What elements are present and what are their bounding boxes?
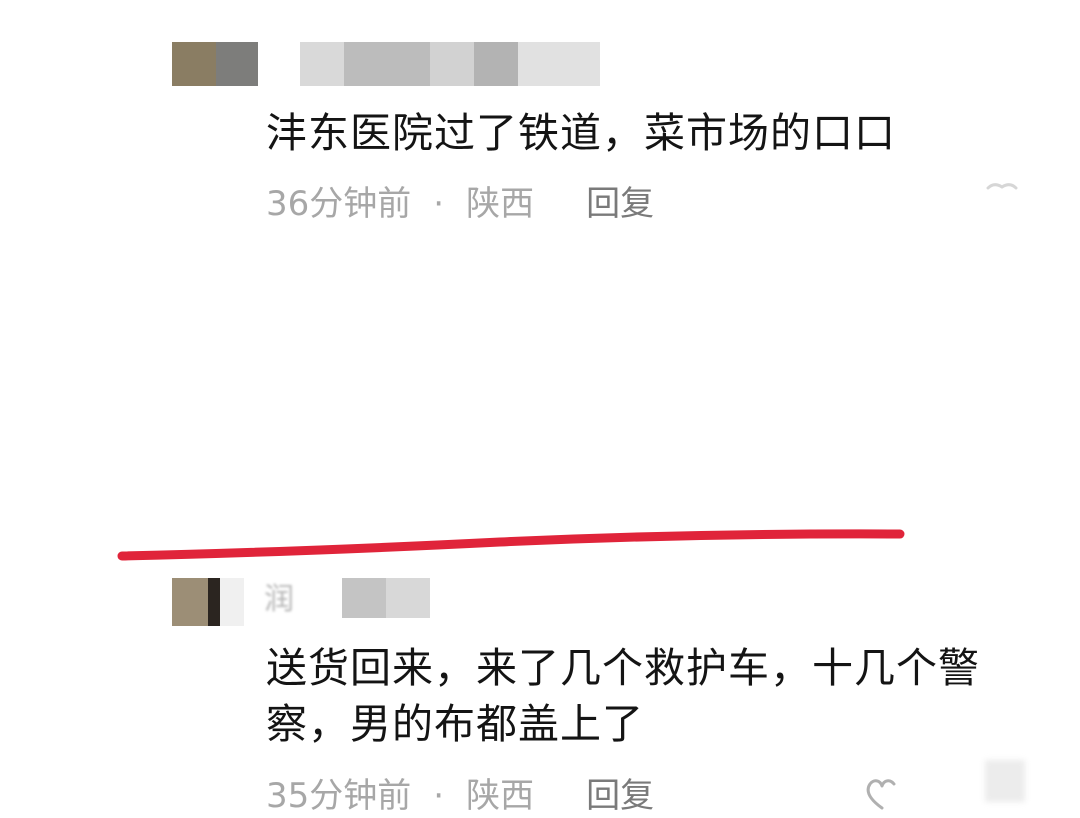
avatar-blur-segment <box>172 578 208 626</box>
blur-block <box>300 42 344 86</box>
avatar-blur-segment <box>208 578 220 626</box>
meta-separator: · <box>433 184 445 224</box>
like-icon[interactable] <box>980 172 1024 216</box>
blur-block <box>342 578 386 618</box>
comment-time: 35分钟前 <box>266 776 412 816</box>
blur-block <box>474 42 518 86</box>
comment-item: 沣东医院过了铁道，菜市场的口口 36分钟前 · 陕西 回复 <box>0 0 1080 260</box>
username-initial[interactable]: 润 <box>264 580 294 620</box>
meta-separator: · <box>433 776 445 816</box>
reply-button[interactable]: 回复 <box>586 184 654 224</box>
comment-time: 36分钟前 <box>266 184 412 224</box>
avatar[interactable] <box>172 42 258 86</box>
heart-icon[interactable] <box>860 772 904 816</box>
comment-meta: 35分钟前 · 陕西 回复 <box>266 774 654 818</box>
username-blurred[interactable] <box>342 578 430 618</box>
comment-text: 送货回来，来了几个救护车，十几个警察，男的布都盖上了 <box>266 644 980 748</box>
blur-block <box>386 578 430 618</box>
comment-text: 沣东医院过了铁道，菜市场的口口 <box>266 109 896 157</box>
blur-block <box>430 42 474 86</box>
username-blurred[interactable] <box>300 42 600 86</box>
comment-location: 陕西 <box>466 184 535 224</box>
comment-item: 润 送货回来，来了几个救护车，十几个警察，男的布都盖上了 35分钟前 · 陕西 回复 <box>0 280 1080 816</box>
blur-block <box>344 42 430 86</box>
avatar-blur-segment <box>216 42 258 86</box>
avatar[interactable] <box>172 578 244 626</box>
reply-button[interactable]: 回复 <box>586 776 654 816</box>
comment-location: 陕西 <box>466 776 535 816</box>
avatar-blur-segment <box>220 578 244 626</box>
avatar-blur-segment <box>172 42 216 86</box>
comment-meta: 36分钟前 · 陕西 回复 <box>266 182 654 226</box>
blur-block <box>518 42 600 86</box>
blurred-icon <box>985 760 1025 802</box>
